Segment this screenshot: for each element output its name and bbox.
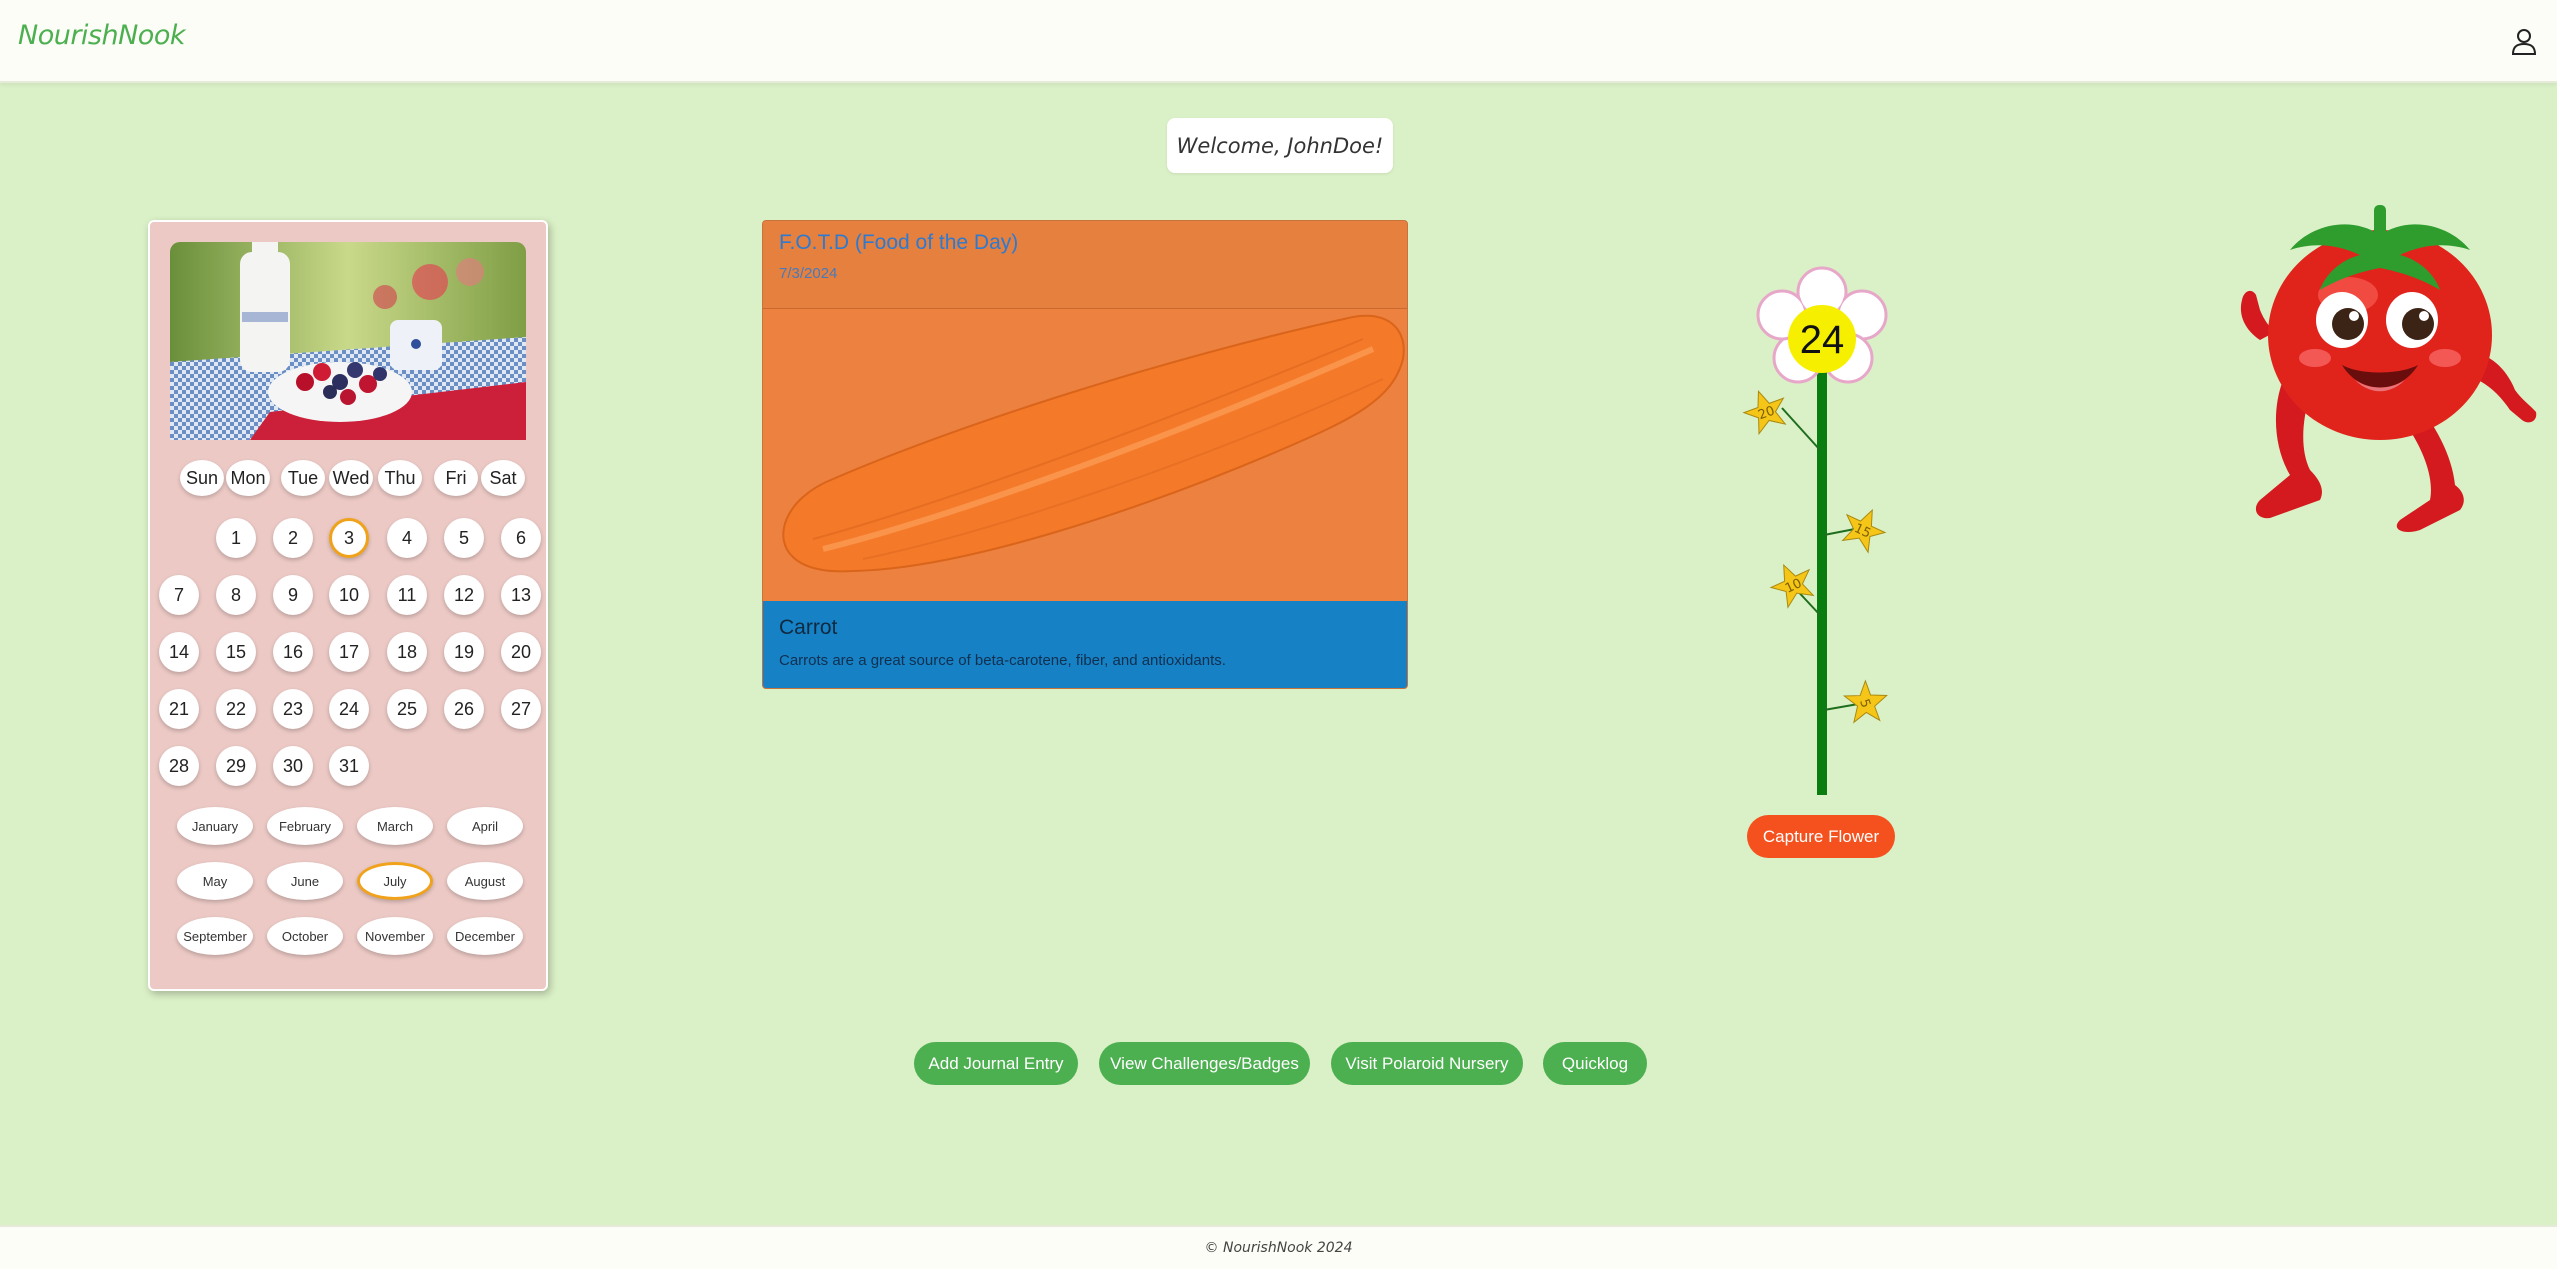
- calendar-day-11[interactable]: 11: [387, 575, 427, 615]
- footer: © NourishNook 2024: [0, 1225, 2557, 1269]
- calendar-day-14[interactable]: 14: [159, 632, 199, 672]
- brand-logo[interactable]: NourishNook: [18, 20, 185, 51]
- carrot-image: [763, 309, 1407, 601]
- flower-count: 24: [1800, 318, 1845, 362]
- capture-flower-button[interactable]: Capture Flower: [1747, 815, 1895, 858]
- footer-copyright: © NourishNook 2024: [1204, 1240, 1353, 1256]
- calendar-day-29[interactable]: 29: [216, 746, 256, 786]
- calendar-day-1[interactable]: 1: [216, 518, 256, 558]
- food-card-title: F.O.T.D (Food of the Day): [779, 231, 1019, 254]
- month-july[interactable]: July: [357, 862, 433, 900]
- flower-stem: [1817, 335, 1827, 795]
- month-february[interactable]: February: [267, 807, 343, 845]
- calendar-photo: [170, 242, 526, 440]
- calendar-day-26[interactable]: 26: [444, 689, 484, 729]
- calendar-day-30[interactable]: 30: [273, 746, 313, 786]
- month-may[interactable]: May: [177, 862, 253, 900]
- welcome-message: Welcome, JohnDoe!: [1167, 118, 1393, 173]
- calendar-day-2[interactable]: 2: [273, 518, 313, 558]
- calendar-day-23[interactable]: 23: [273, 689, 313, 729]
- month-january[interactable]: January: [177, 807, 253, 845]
- food-description: Carrots are a great source of beta-carot…: [779, 652, 1226, 669]
- weekday-mon: Mon: [226, 460, 270, 496]
- calendar-day-16[interactable]: 16: [273, 632, 313, 672]
- calendar-day-17[interactable]: 17: [329, 632, 369, 672]
- calendar-day-4[interactable]: 4: [387, 518, 427, 558]
- star-5: 5: [1842, 679, 1888, 724]
- growth-flower: 20 15 10 5 24: [1742, 266, 1888, 795]
- view-challenges-badges-button[interactable]: View Challenges/Badges: [1099, 1042, 1310, 1085]
- calendar-day-6[interactable]: 6: [501, 518, 541, 558]
- food-card-body: Carrot Carrots are a great source of bet…: [763, 601, 1407, 688]
- food-of-the-day-card: F.O.T.D (Food of the Day) 7/3/2024 Carro…: [762, 220, 1408, 689]
- visit-polaroid-nursery-button[interactable]: Visit Polaroid Nursery: [1331, 1042, 1523, 1085]
- month-june[interactable]: June: [267, 862, 343, 900]
- add-journal-entry-button[interactable]: Add Journal Entry: [914, 1042, 1078, 1085]
- calendar-day-31[interactable]: 31: [329, 746, 369, 786]
- calendar-card: Sun Mon Tue Wed Thu Fri Sat 1 2 3 4 5 6 7 8 9 10 11 12 13 1…: [148, 220, 548, 991]
- calendar-day-9[interactable]: 9: [273, 575, 313, 615]
- weekday-thu: Thu: [378, 460, 422, 496]
- quicklog-button[interactable]: Quicklog: [1543, 1042, 1647, 1085]
- month-august[interactable]: August: [447, 862, 523, 900]
- calendar-day-19[interactable]: 19: [444, 632, 484, 672]
- tomato-mascot: [2240, 205, 2537, 532]
- calendar-day-5[interactable]: 5: [444, 518, 484, 558]
- weekday-wed: Wed: [329, 460, 373, 496]
- navbar: NourishNook: [0, 0, 2557, 83]
- month-september[interactable]: September: [177, 917, 253, 955]
- calendar-day-22[interactable]: 22: [216, 689, 256, 729]
- calendar-day-3[interactable]: 3: [329, 518, 369, 558]
- star-10: 10: [1769, 563, 1815, 609]
- month-october[interactable]: October: [267, 917, 343, 955]
- calendar-day-18[interactable]: 18: [387, 632, 427, 672]
- month-november[interactable]: November: [357, 917, 433, 955]
- food-name: Carrot: [779, 616, 838, 639]
- weekday-sun: Sun: [180, 460, 224, 496]
- calendar-day-21[interactable]: 21: [159, 689, 199, 729]
- calendar-day-15[interactable]: 15: [216, 632, 256, 672]
- food-card-date: 7/3/2024: [779, 265, 838, 282]
- calendar-day-25[interactable]: 25: [387, 689, 427, 729]
- user-icon[interactable]: [2508, 26, 2540, 58]
- calendar-day-10[interactable]: 10: [329, 575, 369, 615]
- month-december[interactable]: December: [447, 917, 523, 955]
- weekday-fri: Fri: [434, 460, 478, 496]
- calendar-day-12[interactable]: 12: [444, 575, 484, 615]
- food-card-header: F.O.T.D (Food of the Day) 7/3/2024: [763, 221, 1407, 309]
- calendar-day-20[interactable]: 20: [501, 632, 541, 672]
- weekday-tue: Tue: [281, 460, 325, 496]
- calendar-day-28[interactable]: 28: [159, 746, 199, 786]
- star-15: 15: [1841, 508, 1887, 554]
- month-march[interactable]: March: [357, 807, 433, 845]
- month-april[interactable]: April: [447, 807, 523, 845]
- weekday-sat: Sat: [481, 460, 525, 496]
- flower-head: 24: [1756, 266, 1888, 384]
- calendar-day-24[interactable]: 24: [329, 689, 369, 729]
- calendar-day-7[interactable]: 7: [159, 575, 199, 615]
- calendar-day-8[interactable]: 8: [216, 575, 256, 615]
- calendar-day-27[interactable]: 27: [501, 689, 541, 729]
- calendar-day-13[interactable]: 13: [501, 575, 541, 615]
